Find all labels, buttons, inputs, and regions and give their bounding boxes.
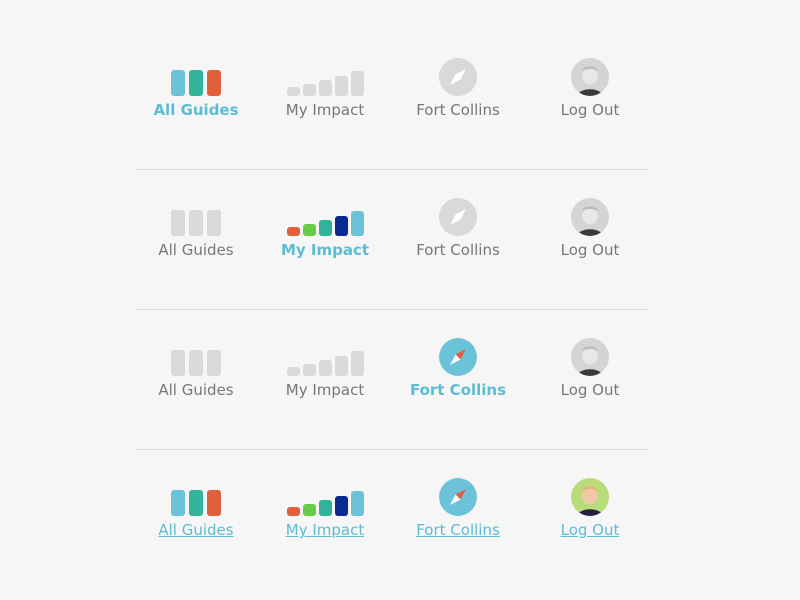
nav-item-label: Log Out	[560, 101, 620, 119]
nav-item-label: Log Out	[560, 521, 620, 539]
nav-item-fort-collins[interactable]: Fort Collins	[398, 56, 518, 120]
guides-icon	[171, 70, 221, 96]
nav-row: All Guides My Impact Fort Collins Log Ou…	[136, 170, 648, 310]
nav-item-log-out[interactable]: Log Out	[530, 56, 650, 120]
nav-item-my-impact[interactable]: My Impact	[265, 196, 385, 260]
nav-item-label: Fort Collins	[416, 521, 500, 539]
nav-item-label: Log Out	[560, 381, 620, 399]
impact-icon	[286, 210, 364, 236]
nav-item-label: Fort Collins	[416, 101, 500, 119]
nav-states-sheet: All Guides My Impact Fort Collins Log Ou…	[136, 30, 648, 590]
nav-item-all-guides[interactable]: All Guides	[136, 476, 256, 540]
nav-item-all-guides[interactable]: All Guides	[136, 336, 256, 400]
impact-icon	[286, 490, 364, 516]
nav-item-my-impact[interactable]: My Impact	[265, 476, 385, 540]
nav-item-label: All Guides	[158, 381, 234, 399]
nav-item-label: My Impact	[285, 521, 365, 539]
guides-icon	[171, 210, 221, 236]
impact-icon	[286, 70, 364, 96]
compass-icon	[439, 58, 477, 96]
nav-item-label: All Guides	[153, 101, 239, 119]
nav-item-label: All Guides	[158, 521, 234, 539]
nav-item-label: Fort Collins	[409, 381, 507, 399]
nav-item-my-impact[interactable]: My Impact	[265, 56, 385, 120]
compass-icon	[439, 478, 477, 516]
avatar-icon	[571, 478, 609, 516]
guides-icon	[171, 490, 221, 516]
nav-item-label: Fort Collins	[416, 241, 500, 259]
avatar-icon	[571, 58, 609, 96]
nav-item-label: My Impact	[285, 381, 365, 399]
nav-item-label: My Impact	[280, 241, 370, 259]
nav-item-label: All Guides	[158, 241, 234, 259]
guides-icon	[171, 350, 221, 376]
nav-item-fort-collins[interactable]: Fort Collins	[398, 336, 518, 400]
nav-item-label: My Impact	[285, 101, 365, 119]
impact-icon	[286, 350, 364, 376]
nav-item-log-out[interactable]: Log Out	[530, 196, 650, 260]
compass-icon	[439, 198, 477, 236]
nav-item-fort-collins[interactable]: Fort Collins	[398, 196, 518, 260]
nav-item-all-guides[interactable]: All Guides	[136, 196, 256, 260]
nav-item-my-impact[interactable]: My Impact	[265, 336, 385, 400]
nav-item-log-out[interactable]: Log Out	[530, 476, 650, 540]
compass-icon	[439, 338, 477, 376]
nav-row: All Guides My Impact Fort Collins Log Ou…	[136, 450, 648, 590]
nav-item-label: Log Out	[560, 241, 620, 259]
nav-row: All Guides My Impact Fort Collins Log Ou…	[136, 310, 648, 450]
nav-row: All Guides My Impact Fort Collins Log Ou…	[136, 30, 648, 170]
avatar-icon	[571, 198, 609, 236]
nav-item-fort-collins[interactable]: Fort Collins	[398, 476, 518, 540]
avatar-icon	[571, 338, 609, 376]
nav-item-all-guides[interactable]: All Guides	[136, 56, 256, 120]
nav-item-log-out[interactable]: Log Out	[530, 336, 650, 400]
